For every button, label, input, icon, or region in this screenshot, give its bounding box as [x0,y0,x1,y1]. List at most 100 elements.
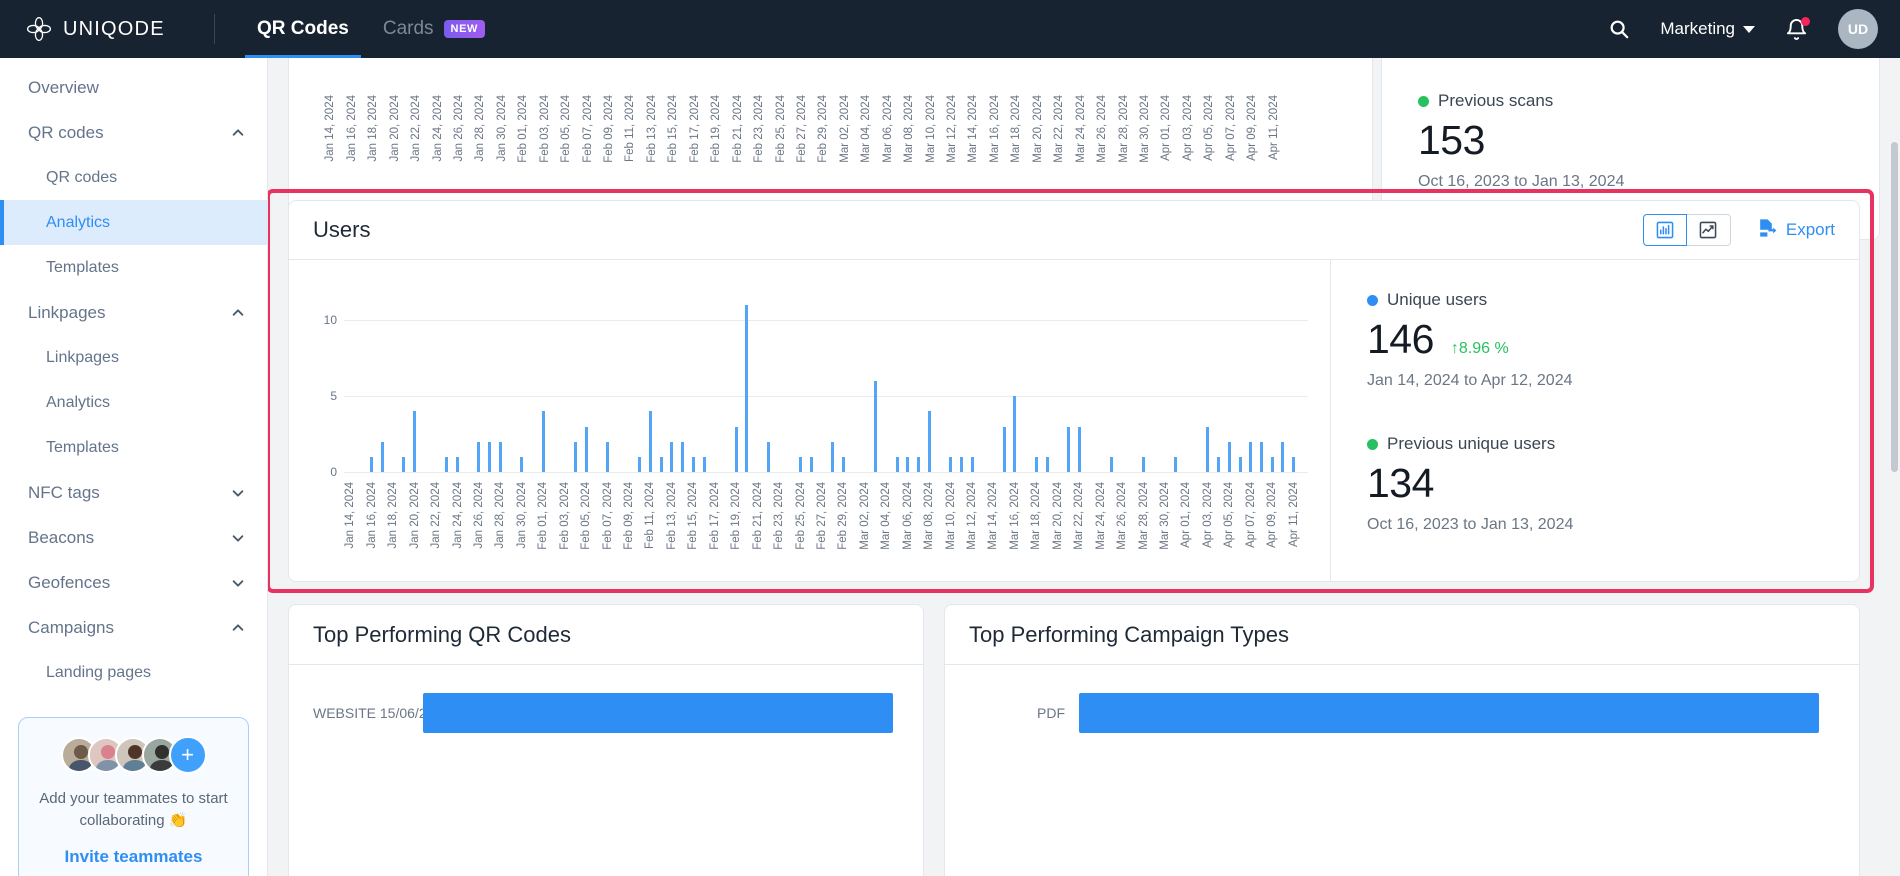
chart-bar[interactable] [766,441,770,472]
chart-bar-slot[interactable] [1010,290,1021,472]
chart-bar-slot[interactable] [1149,290,1160,472]
sidebar-item-nfc-tags[interactable]: NFC tags [0,470,267,515]
chart-bar[interactable] [906,456,910,472]
chart-bar-slot[interactable] [366,290,377,472]
chart-bar-slot[interactable] [742,290,753,472]
chart-bar-slot[interactable] [452,290,463,472]
chart-bar-slot[interactable] [549,290,560,472]
chart-bar[interactable] [702,456,706,472]
chart-bar-slot[interactable] [1138,290,1149,472]
chart-bar[interactable] [970,456,974,472]
chart-bar-slot[interactable] [1181,290,1192,472]
chart-bar-slot[interactable] [1288,290,1299,472]
avatar[interactable]: UD [1838,9,1878,49]
chart-bar[interactable] [584,426,588,472]
chart-bar-slot[interactable] [806,290,817,472]
chart-bar-slot[interactable] [388,290,399,472]
chart-bar-slot[interactable] [1042,290,1053,472]
chart-bar-slot[interactable] [1052,290,1063,472]
nav-tab-qr-codes[interactable]: QR Codes [245,0,361,58]
chevron-up-icon[interactable] [231,306,245,320]
chart-bar[interactable] [402,456,406,472]
chart-bar-slot[interactable] [581,290,592,472]
chart-bar[interactable] [745,305,749,472]
chart-bar-slot[interactable] [1106,290,1117,472]
chart-bar[interactable] [927,411,931,472]
chevron-up-icon[interactable] [231,621,245,635]
chart-bar-slot[interactable] [892,290,903,472]
chart-bar[interactable] [1002,426,1006,472]
add-teammate-button[interactable]: + [168,736,207,774]
chart-bar[interactable] [413,411,417,472]
chart-bar-slot[interactable] [709,290,720,472]
chart-bar[interactable] [456,456,460,472]
chart-bar-slot[interactable] [881,290,892,472]
chart-bar[interactable] [799,456,803,472]
chart-bar[interactable] [1034,456,1038,472]
chart-bar-slot[interactable] [999,290,1010,472]
chart-bar[interactable] [1238,456,1242,472]
chart-bar-slot[interactable] [356,290,367,472]
chart-bar-slot[interactable] [924,290,935,472]
chart-bar-slot[interactable] [977,290,988,472]
chart-bar[interactable] [1067,426,1071,472]
chart-bar-slot[interactable] [463,290,474,472]
chart-bar[interactable] [498,441,502,472]
chart-bar-slot[interactable] [506,290,517,472]
sidebar-item-beacons[interactable]: Beacons [0,515,267,560]
chart-bar-slot[interactable] [827,290,838,472]
chart-bar[interactable] [1292,456,1296,472]
chart-bar-slot[interactable] [870,290,881,472]
chart-bar-slot[interactable] [1278,290,1289,472]
chart-bar-slot[interactable] [602,290,613,472]
chart-bar-slot[interactable] [752,290,763,472]
chart-bar-slot[interactable] [538,290,549,472]
chart-bar[interactable] [670,441,674,472]
chart-bar-slot[interactable] [1160,290,1171,472]
chart-bar-slot[interactable] [1170,290,1181,472]
chevron-down-icon[interactable] [231,531,245,545]
sidebar-item-geofences[interactable]: Geofences [0,560,267,605]
chart-bar-slot[interactable] [956,290,967,472]
sidebar-item-templates[interactable]: Templates [0,245,267,290]
chevron-down-icon[interactable] [231,576,245,590]
bar-chart-icon[interactable] [1642,214,1687,246]
export-button[interactable]: Export [1757,218,1835,243]
chart-bar-slot[interactable] [1020,290,1031,472]
chart-bar-slot[interactable] [377,290,388,472]
chart-bar[interactable] [1013,396,1017,472]
chart-bar[interactable] [606,441,610,472]
brand-logo[interactable]: UNIQODE [0,16,208,42]
search-icon[interactable] [1608,18,1630,40]
chart-bar[interactable] [1259,441,1263,472]
chart-bar-slot[interactable] [1192,290,1203,472]
sidebar-item-templates[interactable]: Templates [0,425,267,470]
chart-bar[interactable] [573,441,577,472]
chart-bar[interactable] [1249,441,1253,472]
chart-bar-slot[interactable] [935,290,946,472]
chart-bar[interactable] [370,456,374,472]
chart-bar-slot[interactable] [774,290,785,472]
chart-bar-slot[interactable] [1299,290,1310,472]
chart-bar-slot[interactable] [484,290,495,472]
chart-bar-slot[interactable] [634,290,645,472]
invite-teammates-link[interactable]: Invite teammates [31,847,236,867]
chart-bar[interactable] [734,426,738,472]
page-scrollbar-thumb[interactable] [1891,142,1898,472]
sidebar-item-qr-codes[interactable]: QR codes [0,155,267,200]
chart-bar-slot[interactable] [1117,290,1128,472]
chart-bar[interactable] [1077,426,1081,472]
sidebar-item-analytics[interactable]: Analytics [0,200,267,245]
chart-bar-slot[interactable] [763,290,774,472]
bell-icon[interactable] [1785,16,1810,41]
chart-bar-slot[interactable] [913,290,924,472]
chart-bar[interactable] [445,456,449,472]
chart-bar-slot[interactable] [838,290,849,472]
chart-bar-slot[interactable] [645,290,656,472]
chart-bar[interactable] [681,441,685,472]
chart-bar-slot[interactable] [592,290,603,472]
chart-bar-slot[interactable] [1074,290,1085,472]
chart-bar-slot[interactable] [1127,290,1138,472]
chart-bar-slot[interactable] [656,290,667,472]
chart-bar-slot[interactable] [409,290,420,472]
